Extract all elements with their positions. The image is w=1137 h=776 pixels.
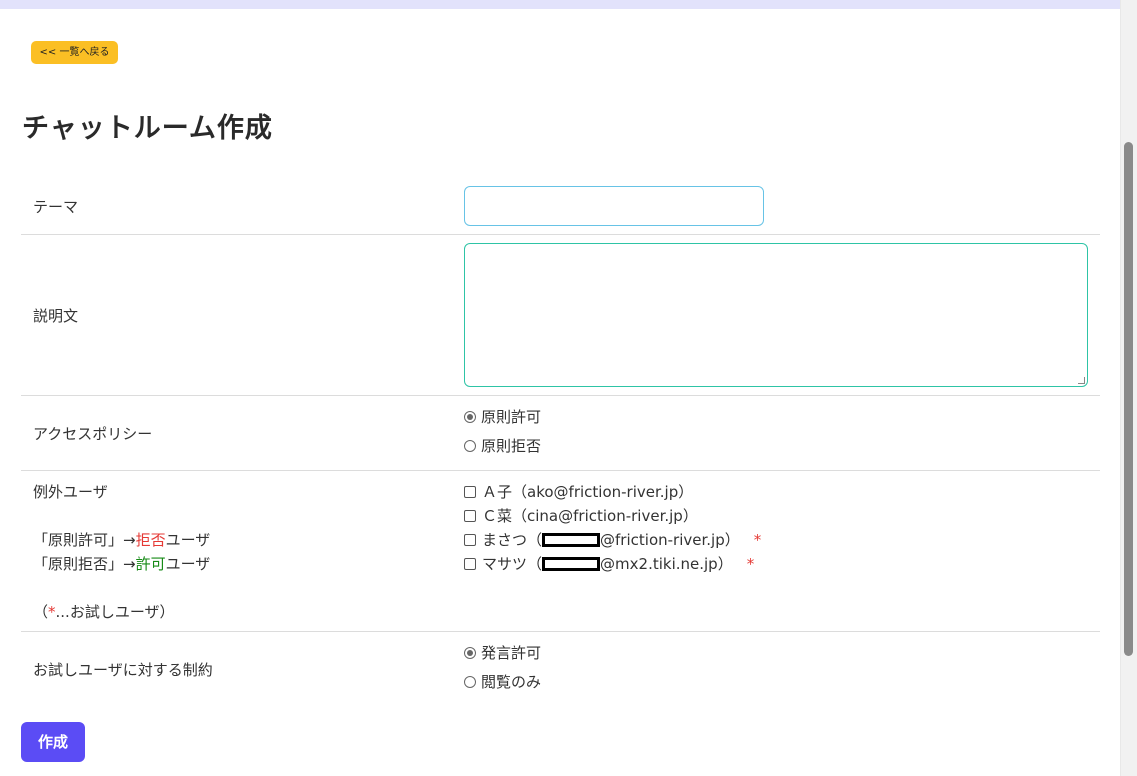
checkbox-icon[interactable] — [464, 509, 476, 522]
access-policy-deny-option[interactable]: 原則拒否 — [464, 435, 541, 456]
legend-open: （ — [33, 603, 49, 621]
legend-text: ...お試しユーザ） — [55, 603, 175, 621]
trial-user-marker: * — [746, 554, 755, 573]
radio-selected-icon[interactable] — [464, 646, 476, 659]
deny-text: 拒否 — [135, 531, 166, 549]
back-to-list-button[interactable]: << 一覧へ戻る — [31, 41, 118, 64]
trial-restriction-view-option[interactable]: 閲覧のみ — [464, 671, 541, 692]
user-name: Ａ子 — [482, 483, 513, 501]
description-textarea[interactable] — [464, 243, 1088, 387]
deny-users-note: 「原則許可」→拒否ユーザ — [33, 529, 210, 550]
email-domain: @friction-river.jp） — [600, 531, 740, 549]
user-name: まさつ — [482, 531, 528, 549]
user-email: （cina@friction-river.jp） — [512, 507, 698, 525]
option-label: 発言許可 — [481, 644, 542, 662]
radio-icon[interactable] — [464, 439, 476, 452]
exception-user-option[interactable]: まさつ（ @friction-river.jp） * — [464, 529, 761, 550]
checkbox-icon[interactable] — [464, 485, 476, 498]
user-email: （ako@friction-river.jp） — [512, 483, 694, 501]
user-name: Ｃ菜 — [482, 507, 513, 525]
option-label: 閲覧のみ — [481, 673, 542, 691]
access-policy-label: アクセスポリシー — [33, 425, 153, 443]
user-name: マサツ — [482, 555, 528, 573]
exception-user-option[interactable]: マサツ（ @mx2.tiki.ne.jp） * — [464, 553, 754, 574]
email-open: （ — [527, 531, 543, 549]
email-open: （ — [527, 555, 543, 573]
redacted-block — [542, 532, 601, 547]
radio-icon[interactable] — [464, 675, 476, 688]
legend-star: * — [48, 603, 56, 621]
access-policy-allow-option[interactable]: 原則許可 — [464, 406, 541, 427]
exception-users-label: 例外ユーザ — [33, 483, 108, 501]
checkbox-icon[interactable] — [464, 557, 476, 570]
theme-input[interactable] — [464, 186, 764, 226]
email-domain: @mx2.tiki.ne.jp） — [600, 555, 733, 573]
redacted-block — [542, 556, 601, 571]
access-policy-row — [21, 396, 1100, 471]
checkbox-icon[interactable] — [464, 533, 476, 546]
trial-restriction-speak-option[interactable]: 発言許可 — [464, 642, 541, 663]
option-label: 原則許可 — [481, 408, 542, 426]
scrollbar[interactable] — [1120, 0, 1137, 776]
note-suffix: ユーザ — [165, 555, 211, 573]
allow-text: 許可 — [135, 555, 166, 573]
trial-user-legend: （*...お試しユーザ） — [33, 601, 175, 622]
note-prefix: 「原則拒否」→ — [33, 555, 136, 573]
create-button[interactable]: 作成 — [21, 722, 85, 762]
scrollbar-thumb[interactable] — [1124, 142, 1133, 656]
top-bar — [0, 0, 1120, 9]
page-title: チャットルーム作成 — [22, 113, 273, 144]
radio-selected-icon[interactable] — [464, 410, 476, 423]
theme-label: テーマ — [33, 198, 79, 216]
allow-users-note: 「原則拒否」→許可ユーザ — [33, 553, 210, 574]
trial-user-marker: * — [753, 530, 762, 549]
exception-user-option[interactable]: Ｃ菜 （cina@friction-river.jp） — [464, 505, 698, 526]
trial-restriction-label: お試しユーザに対する制約 — [33, 661, 213, 679]
note-suffix: ユーザ — [165, 531, 211, 549]
description-label: 説明文 — [33, 307, 79, 325]
option-label: 原則拒否 — [481, 437, 542, 455]
exception-user-option[interactable]: Ａ子 （ako@friction-river.jp） — [464, 481, 693, 502]
resize-handle-icon[interactable] — [1078, 377, 1085, 384]
note-prefix: 「原則許可」→ — [33, 531, 136, 549]
